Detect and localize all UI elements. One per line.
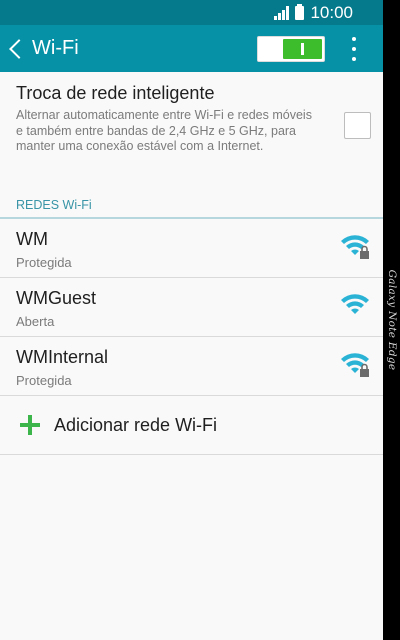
network-item[interactable]: WM Protegida bbox=[0, 219, 383, 278]
networks-section-header: REDES Wi-Fi bbox=[0, 192, 383, 219]
smart-switch-description: Alternar automaticamente entre Wi-Fi e r… bbox=[16, 108, 312, 153]
chevron-left-icon[interactable] bbox=[9, 38, 29, 59]
smart-switch-checkbox[interactable] bbox=[344, 112, 371, 139]
status-bar: 10:00 bbox=[0, 0, 383, 25]
status-time: 10:00 bbox=[310, 2, 353, 22]
network-list: WM Protegida WMGuest Aberta WMInternal P… bbox=[0, 219, 383, 396]
toggle-thumb bbox=[283, 39, 322, 59]
network-status: Protegida bbox=[16, 255, 72, 270]
add-network-button[interactable]: Adicionar rede Wi-Fi bbox=[0, 396, 383, 455]
plus-icon bbox=[20, 415, 40, 435]
network-status: Aberta bbox=[16, 314, 55, 329]
smart-switch-title: Troca de rede inteligente bbox=[16, 83, 215, 103]
action-bar: Wi-Fi bbox=[0, 25, 383, 72]
page-title[interactable]: Wi-Fi bbox=[32, 37, 79, 60]
signal-icon bbox=[274, 5, 290, 20]
network-name: WMGuest bbox=[16, 288, 97, 308]
wifi-locked-icon bbox=[341, 353, 369, 377]
more-options-icon[interactable] bbox=[351, 37, 357, 61]
wifi-open-icon bbox=[341, 294, 369, 314]
network-name: WMInternal bbox=[16, 347, 109, 367]
screen: 10:00 Wi-Fi Troca de rede inteligente Al… bbox=[0, 0, 383, 640]
wifi-toggle[interactable] bbox=[257, 36, 325, 62]
add-network-label: Adicionar rede Wi-Fi bbox=[54, 414, 218, 435]
smart-network-switch-row[interactable]: Troca de rede inteligente Alternar autom… bbox=[0, 72, 383, 192]
network-name: WM bbox=[16, 229, 48, 249]
network-status: Protegida bbox=[16, 373, 72, 388]
network-item[interactable]: WMGuest Aberta bbox=[0, 278, 383, 337]
edge-label: Galaxy Note Edge bbox=[386, 269, 398, 371]
battery-icon bbox=[295, 3, 305, 20]
wifi-locked-icon bbox=[341, 235, 369, 259]
network-item[interactable]: WMInternal Protegida bbox=[0, 337, 383, 396]
